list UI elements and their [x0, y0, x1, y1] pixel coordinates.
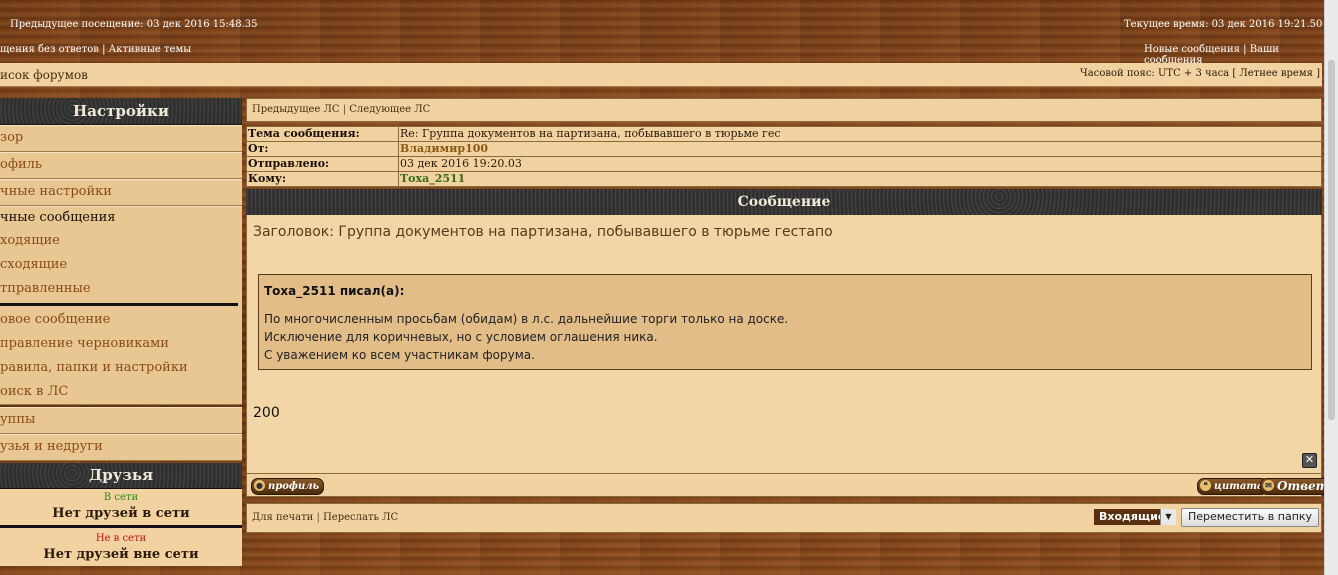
- friends-heading: Друзья: [0, 463, 242, 489]
- active-topics-link[interactable]: Активные темы: [109, 44, 192, 55]
- sidebar-item-inbox[interactable]: ходящие: [0, 229, 242, 253]
- quote-box: Тоха_2511 писал(а): По многочисленным пр…: [258, 274, 1312, 370]
- pm-block: чные сообщения ходящие сходящие тправлен…: [0, 206, 242, 405]
- nav-separator: |: [1243, 44, 1247, 55]
- timezone-label: Часовой пояс: UTC + 3 часа [ Летнее врем…: [1080, 68, 1320, 79]
- new-posts-link[interactable]: Новые сообщения: [1144, 44, 1240, 55]
- quote-author: Тоха_2511 писал(а):: [264, 284, 405, 298]
- reply-button[interactable]: ✉ Ответ: [1260, 478, 1334, 495]
- friends-panel: В сети Нет друзей в сети Не в сети Нет д…: [0, 489, 242, 566]
- sidebar-item-friends-foes[interactable]: узья и недруги: [0, 434, 242, 461]
- online-none: Нет друзей в сети: [52, 506, 190, 521]
- sidebar-item-new-message[interactable]: овое сообщение: [0, 308, 242, 332]
- forum-index-link[interactable]: исок форумов: [0, 68, 88, 82]
- sent-value: 03 дек 2016 19:20.03: [398, 156, 1322, 172]
- table-row: Отправлено: 03 дек 2016 19:20.03: [246, 156, 1322, 172]
- pm-meta-table: Тема сообщения: Re: Группа документов на…: [246, 126, 1322, 187]
- divider: [0, 303, 238, 306]
- sidebar-item-groups[interactable]: уппы: [0, 407, 242, 434]
- unanswered-link[interactable]: щения без ответов: [0, 44, 99, 55]
- quote-line: Исключение для коричневых, но с условием…: [264, 330, 658, 344]
- sidebar-item-rules[interactable]: равила, папки и настройки: [0, 356, 242, 380]
- message-subject: Заголовок: Группа документов на партизан…: [253, 224, 833, 240]
- print-link[interactable]: Для печати: [252, 512, 313, 523]
- sent-label: Отправлено:: [246, 156, 399, 172]
- message-text: 200: [253, 405, 280, 421]
- offline-label: Не в сети: [95, 533, 147, 544]
- subject-label: Тема сообщения:: [246, 126, 399, 142]
- from-label: От:: [246, 141, 399, 157]
- quote-button-label: цитата: [1214, 481, 1264, 492]
- move-to-folder-button[interactable]: Переместить в папку: [1181, 508, 1319, 527]
- pm-block-title[interactable]: чные сообщения: [0, 207, 242, 229]
- to-label: Кому:: [246, 171, 399, 187]
- user-icon: ●: [254, 480, 265, 491]
- chevron-down-icon[interactable]: ▼: [1160, 509, 1176, 525]
- sidebar-item-drafts[interactable]: правление черновиками: [0, 332, 242, 356]
- prev-pm-link[interactable]: Предыдущее ЛС: [252, 104, 340, 115]
- settings-heading: Настройки: [0, 98, 242, 125]
- next-pm-link[interactable]: Следующее ЛС: [349, 104, 430, 115]
- profile-button-label: профиль: [268, 481, 320, 492]
- nav-separator: |: [102, 44, 106, 55]
- divider: [0, 525, 242, 528]
- breadcrumb: исок форумов Часовой пояс: UTC + 3 часа …: [0, 63, 1322, 87]
- sidebar: Настройки зор офиль чные настройки чные …: [0, 98, 242, 566]
- scrollbar-thumb[interactable]: [1328, 60, 1335, 420]
- sidebar-item-pm-search[interactable]: оиск в ЛС: [0, 380, 242, 404]
- offline-none: Нет друзей вне сети: [43, 547, 199, 562]
- folder-select-value: Входящие: [1099, 510, 1166, 523]
- quote-button[interactable]: ❝ цитата: [1197, 478, 1269, 495]
- quote-icon: ❝: [1200, 480, 1211, 491]
- sidebar-item-overview[interactable]: зор: [0, 125, 242, 152]
- to-user-link[interactable]: Тоха_2511: [400, 172, 465, 185]
- nav-left: щения без ответов | Активные темы: [0, 44, 191, 55]
- main-content: Предыдущее ЛС | Следующее ЛС Тема сообще…: [246, 98, 1334, 533]
- sidebar-item-profile[interactable]: офиль: [0, 152, 242, 179]
- subject-value: Re: Группа документов на партизана, побы…: [398, 126, 1322, 142]
- quote-line: С уважением ко всем участникам форума.: [264, 348, 535, 362]
- nav-separator: |: [342, 104, 347, 115]
- message-heading: Сообщение: [246, 189, 1322, 215]
- forward-link[interactable]: Переслать ЛС: [323, 512, 398, 523]
- scrollbar[interactable]: [1324, 0, 1338, 575]
- pm-nav: Предыдущее ЛС | Следующее ЛС: [246, 98, 1322, 122]
- post-buttons: ● профиль ❝ цитата ✉ Ответ: [246, 474, 1334, 497]
- current-time: Текущее время: 03 дек 2016 19:21.50: [1124, 19, 1323, 30]
- sidebar-item-personal-settings[interactable]: чные настройки: [0, 179, 242, 206]
- table-row: Тема сообщения: Re: Группа документов на…: [246, 126, 1322, 142]
- from-user-link[interactable]: Владимир100: [400, 142, 488, 155]
- close-icon[interactable]: ✕: [1302, 453, 1317, 468]
- last-visit: Предыдущее посещение: 03 дек 2016 15:48.…: [10, 19, 258, 30]
- table-row: От: Владимир100: [246, 141, 1322, 157]
- folder-select[interactable]: Входящие ▼: [1094, 509, 1176, 525]
- reply-button-label: Ответ: [1277, 479, 1329, 493]
- profile-button[interactable]: ● профиль: [251, 478, 325, 495]
- message-body: Заголовок: Группа документов на партизан…: [246, 215, 1322, 474]
- envelope-icon: ✉: [1263, 480, 1274, 491]
- pm-footer: Для печати | Переслать ЛС Входящие ▼ Пер…: [246, 503, 1322, 533]
- quote-line: По многочисленным просьбам (обидам) в л.…: [264, 312, 789, 326]
- sidebar-item-sent[interactable]: тправленные: [0, 277, 242, 301]
- table-row: Кому: Тоха_2511: [246, 171, 1322, 187]
- footer-links: Для печати | Переслать ЛС: [252, 512, 398, 523]
- online-label: В сети: [103, 492, 139, 503]
- nav-separator: |: [316, 512, 320, 523]
- sidebar-item-outbox[interactable]: сходящие: [0, 253, 242, 277]
